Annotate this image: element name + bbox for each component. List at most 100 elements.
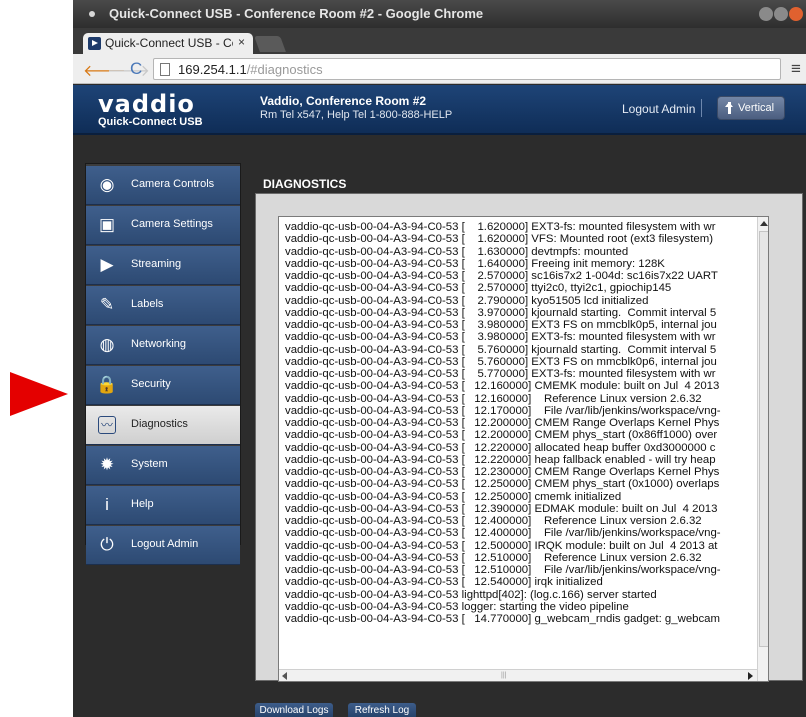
- title-bar: Quick-Connect USB - Conference Room #2 -…: [73, 0, 806, 28]
- log-line: vaddio-qc-usb-00-04-A3-94-C0-53 [ 5.7700…: [285, 368, 716, 380]
- sidebar-nav: ◉ Camera Controls ▣ Camera Settings ▶ Streami…: [85, 163, 241, 565]
- forward-arrow-icon[interactable]: 🡒: [107, 60, 150, 81]
- log-line: vaddio-qc-usb-00-04-A3-94-C0-53 [ 12.160…: [285, 392, 702, 405]
- vertical-scrollbar[interactable]: [757, 217, 768, 681]
- maximize-icon[interactable]: [774, 7, 788, 21]
- log-line: vaddio-qc-usb-00-04-A3-94-C0-53 logger: …: [285, 600, 629, 613]
- window-menu-icon[interactable]: [89, 11, 95, 17]
- scroll-left-icon[interactable]: [282, 672, 287, 680]
- reload-icon[interactable]: C: [130, 59, 142, 79]
- log-line: vaddio-qc-usb-00-04-A3-94-C0-53 [ 5.7600…: [285, 343, 717, 356]
- url-path: /#diagnostics: [246, 62, 323, 77]
- vertical-layout-button[interactable]: Vertical: [717, 96, 785, 120]
- log-line: vaddio-qc-usb-00-04-A3-94-C0-53 [ 12.250…: [285, 478, 720, 491]
- sidebar-item-networking[interactable]: ◍ Networking: [86, 326, 240, 365]
- sidebar-item-label: Security: [131, 378, 171, 390]
- url-text: 169.254.1.1/#diagnostics: [178, 62, 323, 77]
- sidebar-item-label: System: [131, 458, 168, 470]
- log-line: vaddio-qc-usb-00-04-A3-94-C0-53 [ 14.770…: [285, 613, 721, 625]
- log-line: vaddio-qc-usb-00-04-A3-94-C0-53 [ 12.510…: [285, 551, 702, 564]
- action-bar: Download Logs Refresh Log: [255, 695, 806, 717]
- log-line: vaddio-qc-usb-00-04-A3-94-C0-53 [ 12.540…: [285, 576, 603, 589]
- log-line: vaddio-qc-usb-00-04-A3-94-C0-53 [ 1.6400…: [285, 257, 665, 270]
- sidebar-item-label: Help: [131, 498, 154, 510]
- app-page: vaddio Quick-Connect USB Vaddio, Confere…: [73, 85, 806, 717]
- log-line: vaddio-qc-usb-00-04-A3-94-C0-53 [ 12.200…: [285, 417, 720, 429]
- pointer-arrow-icon: [10, 372, 68, 416]
- log-line: vaddio-qc-usb-00-04-A3-94-C0-53 [ 3.9700…: [285, 306, 717, 319]
- diagnostics-panel: vaddio-qc-usb-00-04-A3-94-C0-53 [ 1.6200…: [255, 193, 803, 682]
- header-divider: [701, 99, 702, 117]
- sidebar-item-camera-settings[interactable]: ▣ Camera Settings: [86, 206, 240, 245]
- log-textarea[interactable]: vaddio-qc-usb-00-04-A3-94-C0-53 [ 1.6200…: [278, 216, 769, 682]
- security-icon: 🔒: [96, 375, 118, 394]
- log-line: vaddio-qc-usb-00-04-A3-94-C0-53 [ 3.9800…: [285, 319, 717, 331]
- close-icon[interactable]: [789, 7, 803, 21]
- log-line: vaddio-qc-usb-00-04-A3-94-C0-53 [ 3.9800…: [285, 331, 716, 344]
- log-line: vaddio-qc-usb-00-04-A3-94-C0-53 [ 12.170…: [285, 404, 721, 417]
- sidebar-item-help[interactable]: i Help: [86, 486, 240, 525]
- log-line: vaddio-qc-usb-00-04-A3-94-C0-53 [ 2.5700…: [285, 270, 718, 282]
- sidebar-item-label: Logout Admin: [131, 538, 199, 550]
- log-line: vaddio-qc-usb-00-04-A3-94-C0-53 [ 12.390…: [285, 502, 718, 515]
- log-line: vaddio-qc-usb-00-04-A3-94-C0-53 [ 12.250…: [285, 490, 622, 503]
- address-bar[interactable]: 169.254.1.1/#diagnostics: [153, 58, 781, 80]
- minimize-icon[interactable]: [759, 7, 773, 21]
- log-line: vaddio-qc-usb-00-04-A3-94-C0-53 [ 2.7900…: [285, 294, 649, 307]
- vaddio-logo: vaddio: [98, 90, 195, 118]
- tab-close-icon[interactable]: ×: [238, 35, 245, 49]
- sidebar-item-label: Camera Controls: [131, 178, 215, 190]
- camera-settings-icon: ▣: [98, 215, 116, 234]
- logout-icon: ⏻: [100, 535, 114, 554]
- horizontal-scrollbar[interactable]: |||: [279, 669, 757, 681]
- log-line: vaddio-qc-usb-00-04-A3-94-C0-53 [ 12.230…: [285, 466, 720, 478]
- log-line: vaddio-qc-usb-00-04-A3-94-C0-53 lighttpd…: [285, 588, 657, 601]
- page-title: DIAGNOSTICS: [263, 177, 347, 191]
- sidebar-item-labels[interactable]: ✎ Labels: [86, 286, 240, 325]
- url-host: 169.254.1.1: [178, 62, 247, 77]
- refresh-log-button[interactable]: Refresh Log: [348, 703, 416, 717]
- log-line: vaddio-qc-usb-00-04-A3-94-C0-53 [ 12.400…: [285, 515, 702, 527]
- sidebar-item-logout-admin[interactable]: ⏻ Logout Admin: [86, 526, 240, 565]
- log-line: vaddio-qc-usb-00-04-A3-94-C0-53 [ 1.6200…: [285, 221, 716, 233]
- sidebar-item-diagnostics[interactable]: 〰 Diagnostics: [86, 406, 240, 445]
- logout-link[interactable]: Logout Admin: [622, 102, 695, 116]
- log-line: vaddio-qc-usb-00-04-A3-94-C0-53 [ 12.400…: [285, 527, 721, 540]
- log-line: vaddio-qc-usb-00-04-A3-94-C0-53 [ 12.220…: [285, 441, 716, 454]
- scroll-right-icon[interactable]: [748, 672, 753, 680]
- menu-icon[interactable]: ≡: [791, 59, 801, 79]
- tab-title: Quick-Connect USB - Co: [105, 36, 233, 50]
- sidebar-item-label: Networking: [131, 338, 187, 350]
- product-name: Quick-Connect USB: [98, 116, 203, 128]
- sidebar-item-security[interactable]: 🔒 Security: [86, 366, 240, 405]
- page-icon: [160, 63, 170, 76]
- system-icon: ✹: [99, 455, 115, 474]
- scroll-up-icon[interactable]: [760, 221, 768, 226]
- sidebar-item-streaming[interactable]: ▶ Streaming: [86, 246, 240, 285]
- log-lines: vaddio-qc-usb-00-04-A3-94-C0-53 [ 1.6200…: [285, 221, 762, 625]
- log-line: vaddio-qc-usb-00-04-A3-94-C0-53 [ 12.160…: [285, 380, 720, 393]
- room-phone: Rm Tel x547, Help Tel 1-800-888-HELP: [260, 109, 453, 121]
- log-line: vaddio-qc-usb-00-04-A3-94-C0-53 [ 5.7600…: [285, 355, 717, 368]
- tab-strip: Quick-Connect USB - Co ×: [73, 28, 806, 54]
- log-line: vaddio-qc-usb-00-04-A3-94-C0-53 [ 12.220…: [285, 453, 716, 466]
- sidebar-item-camera-controls[interactable]: ◉ Camera Controls: [86, 166, 240, 205]
- log-line: vaddio-qc-usb-00-04-A3-94-C0-53 [ 12.510…: [285, 564, 721, 576]
- scroll-thumb[interactable]: [759, 231, 768, 647]
- camera-controls-icon: ◉: [99, 175, 115, 194]
- sidebar-item-label: Camera Settings: [131, 218, 213, 230]
- log-line: vaddio-qc-usb-00-04-A3-94-C0-53 [ 1.6200…: [285, 233, 713, 246]
- tab-quick-connect[interactable]: Quick-Connect USB - Co ×: [83, 33, 253, 54]
- sidebar-item-label: Diagnostics: [131, 418, 188, 430]
- browser-window: Quick-Connect USB - Conference Room #2 -…: [73, 0, 806, 717]
- download-logs-button[interactable]: Download Logs: [255, 703, 333, 717]
- log-line: vaddio-qc-usb-00-04-A3-94-C0-53 [ 12.200…: [285, 429, 718, 442]
- new-tab-button[interactable]: [254, 36, 286, 52]
- room-name: Vaddio, Conference Room #2: [260, 94, 427, 108]
- sidebar-item-system[interactable]: ✹ System: [86, 446, 240, 485]
- sidebar-item-label: Streaming: [131, 258, 182, 270]
- log-line: vaddio-qc-usb-00-04-A3-94-C0-53 [ 1.6300…: [285, 245, 629, 258]
- diagnostics-icon: 〰: [98, 416, 116, 434]
- networking-icon: ◍: [99, 335, 115, 354]
- log-line: vaddio-qc-usb-00-04-A3-94-C0-53 [ 12.500…: [285, 539, 718, 552]
